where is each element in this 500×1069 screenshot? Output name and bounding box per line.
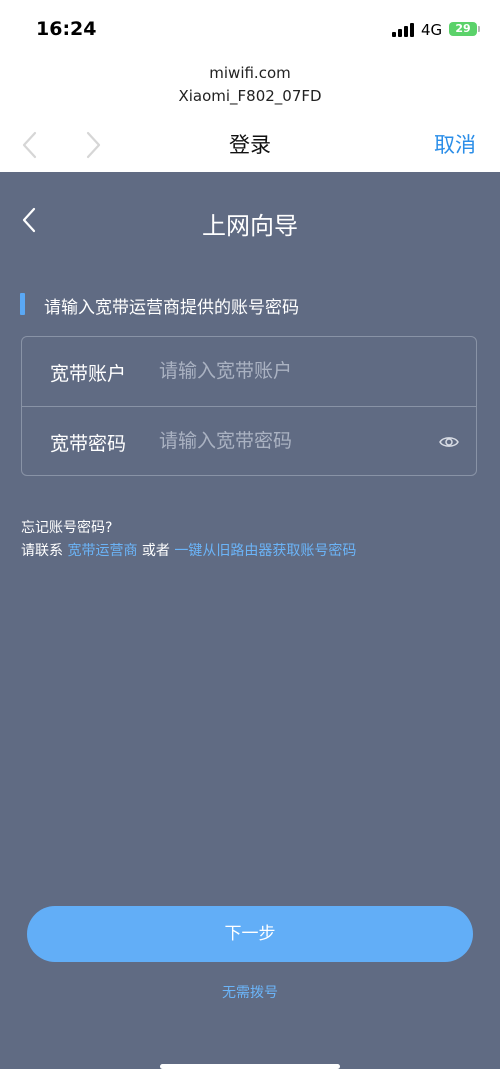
- credentials-form: 宽带账户 宽带密码: [21, 336, 477, 476]
- isp-link[interactable]: 宽带运营商: [67, 543, 137, 559]
- cellular-signal-icon: [392, 23, 416, 37]
- nav-title: 登录: [229, 133, 271, 157]
- status-bar: 16:24 4G 29: [0, 0, 500, 56]
- status-time: 16:24: [36, 18, 97, 40]
- battery-icon: 29: [449, 22, 477, 36]
- account-row: 宽带账户: [22, 337, 476, 407]
- page-title: 上网向导: [202, 212, 298, 240]
- nav-bar: 登录 取消: [0, 118, 500, 172]
- password-row: 宽带密码: [22, 407, 476, 476]
- wifi-ssid: Xiaomi_F802_07FD: [178, 87, 322, 105]
- help-contact-line: 请联系 宽带运营商 或者 一键从旧路由器获取账号密码: [21, 540, 356, 560]
- import-from-old-router-link[interactable]: 一键从旧路由器获取账号密码: [174, 543, 356, 559]
- eye-icon[interactable]: [438, 431, 460, 453]
- network-type: 4G: [421, 21, 443, 39]
- help-middle: 或者: [141, 543, 170, 559]
- home-indicator[interactable]: [160, 1064, 340, 1069]
- browser-url-area: miwifi.com Xiaomi_F802_07FD: [0, 56, 500, 118]
- password-input[interactable]: [159, 421, 429, 461]
- account-label: 宽带账户: [50, 363, 127, 385]
- no-dialing-link[interactable]: 无需拨号: [0, 982, 500, 1002]
- battery-cap: [478, 26, 480, 32]
- forgot-credentials-text: 忘记账号密码?: [21, 520, 113, 536]
- section-accent-bar: [20, 293, 25, 315]
- setup-wizard-panel: 上网向导 请输入宽带运营商提供的账号密码 宽带账户 宽带密码 忘记账号密码? 请…: [0, 172, 500, 1069]
- section-title: 请输入宽带运营商提供的账号密码: [44, 298, 299, 318]
- account-input[interactable]: [159, 351, 429, 391]
- cancel-button[interactable]: 取消: [434, 129, 476, 159]
- next-button[interactable]: 下一步: [27, 906, 473, 962]
- url-domain: miwifi.com: [209, 64, 291, 82]
- password-label: 宽带密码: [50, 433, 127, 455]
- help-prefix: 请联系: [21, 543, 63, 559]
